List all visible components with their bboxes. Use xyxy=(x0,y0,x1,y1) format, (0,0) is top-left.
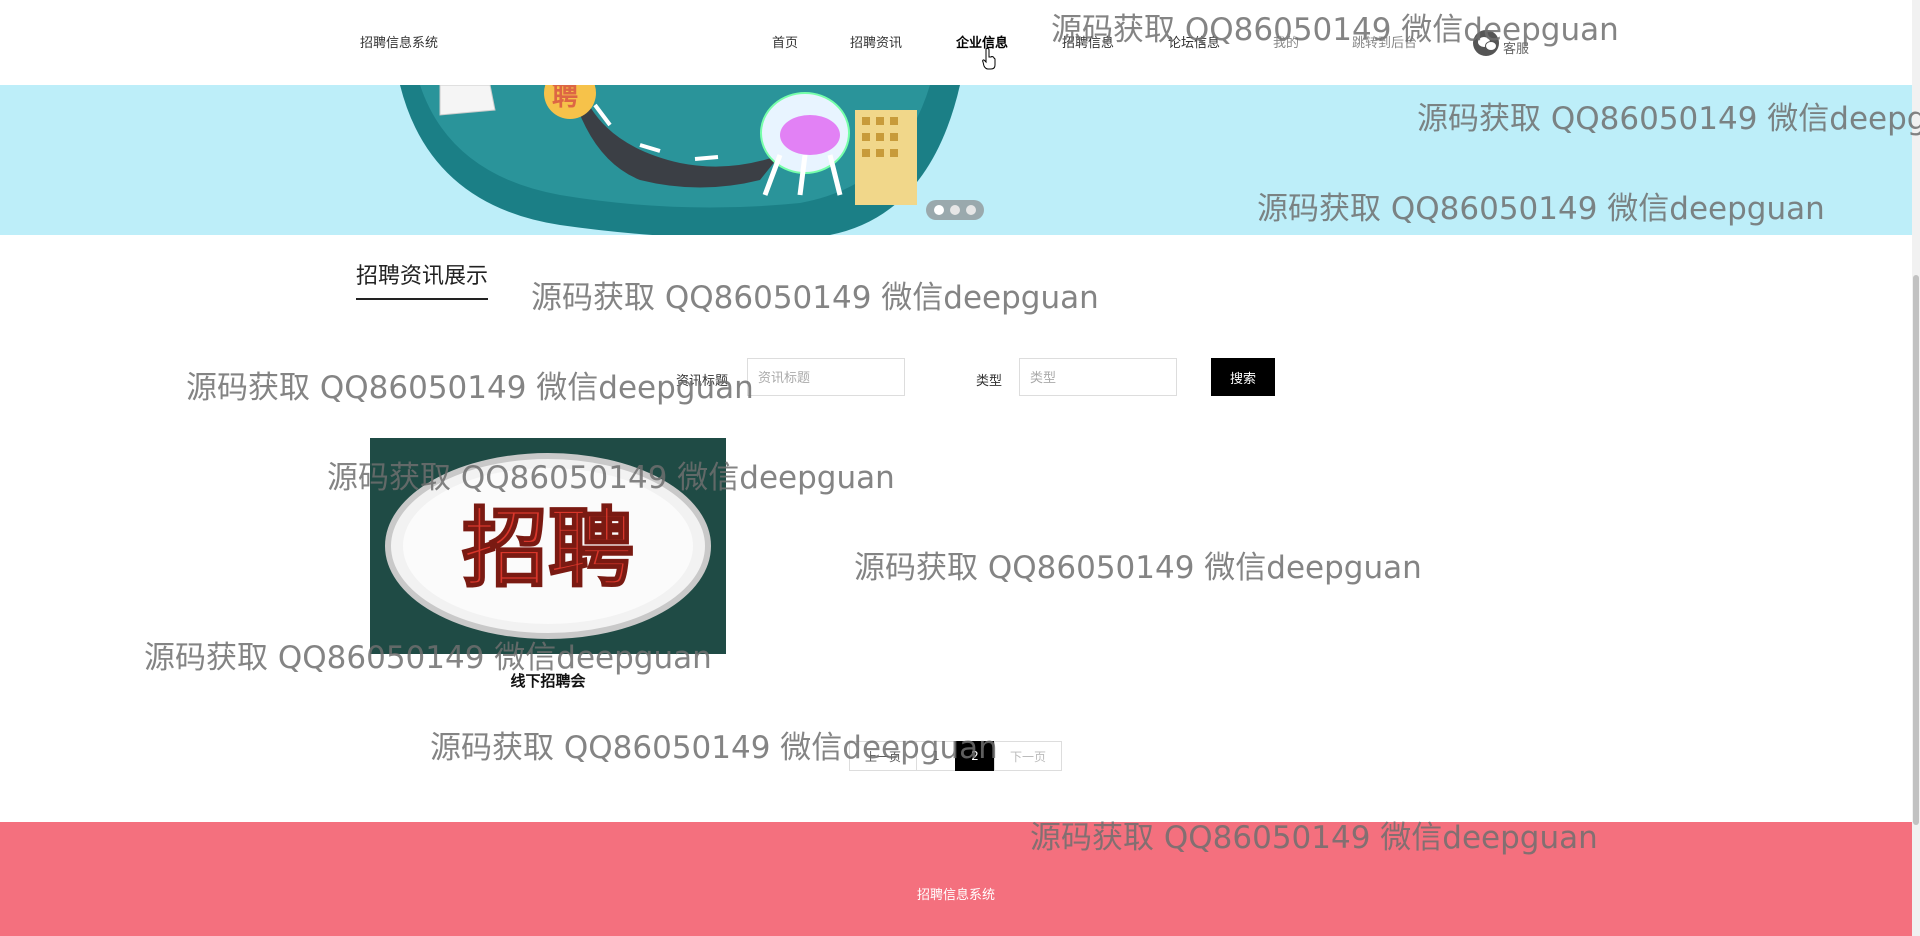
carousel-indicator xyxy=(926,200,984,220)
top-navbar: 招聘信息系统 首页 招聘资讯 企业信息 招聘信息 论坛信息 我的 跳转到后台 客… xyxy=(0,0,1912,85)
carousel-dot-2[interactable] xyxy=(950,205,960,215)
pagination-page-1[interactable]: 1 xyxy=(916,741,956,771)
nav-item-forum[interactable]: 论坛信息 xyxy=(1168,32,1220,51)
pagination-next[interactable]: 下一页 xyxy=(994,741,1062,771)
site-title[interactable]: 招聘信息系统 xyxy=(360,32,438,51)
watermark: 源码获取 QQ86050149 微信deepguan xyxy=(531,280,1099,316)
nav-item-home[interactable]: 首页 xyxy=(772,32,798,51)
news-card-image[interactable]: 招聘 xyxy=(370,438,726,654)
watermark: 源码获取 QQ86050149 微信deepguan xyxy=(854,550,1422,586)
search-button[interactable]: 搜索 xyxy=(1211,358,1275,396)
title-search-input[interactable] xyxy=(747,358,905,396)
carousel-dot-1[interactable] xyxy=(934,205,944,215)
banner-carousel[interactable]: 聘 xyxy=(0,85,1912,235)
pointer-cursor-icon xyxy=(982,48,996,70)
nav-item-recruit-news[interactable]: 招聘资讯 xyxy=(850,32,902,51)
title-search-label: 资讯标题 xyxy=(676,374,729,389)
wechat-icon xyxy=(1473,29,1499,56)
carousel-dot-3[interactable] xyxy=(966,205,976,215)
pagination: 上一页 1 2 下一页 xyxy=(849,741,1062,771)
watermark: 源码获取 QQ86050149 微信deepguan xyxy=(186,370,754,406)
nav-item-mine[interactable]: 我的 xyxy=(1273,32,1299,51)
type-search-input[interactable] xyxy=(1019,358,1177,396)
customer-service-label: 客服 xyxy=(1503,42,1530,57)
pagination-page-2[interactable]: 2 xyxy=(955,741,995,771)
type-search-label: 类型 xyxy=(976,374,1003,389)
news-card-image-text: 招聘 xyxy=(462,499,634,599)
footer-text: 招聘信息系统 xyxy=(916,888,995,903)
scrollbar-thumb[interactable] xyxy=(1913,275,1919,825)
pagination-prev[interactable]: 上一页 xyxy=(849,741,917,771)
page-scrollbar[interactable] xyxy=(1912,0,1920,936)
nav-item-recruit-info[interactable]: 招聘信息 xyxy=(1062,32,1114,51)
news-card-caption[interactable]: 线下招聘会 xyxy=(356,670,740,691)
footer: 招聘信息系统 xyxy=(0,822,1912,936)
news-card[interactable]: 招聘 xyxy=(356,436,740,656)
customer-service[interactable]: 客服 xyxy=(1473,28,1529,57)
banner-badge-text: 聘 xyxy=(552,85,578,112)
section-title: 招聘资讯展示 xyxy=(356,258,489,300)
nav-item-admin[interactable]: 跳转到后台 xyxy=(1352,32,1417,51)
